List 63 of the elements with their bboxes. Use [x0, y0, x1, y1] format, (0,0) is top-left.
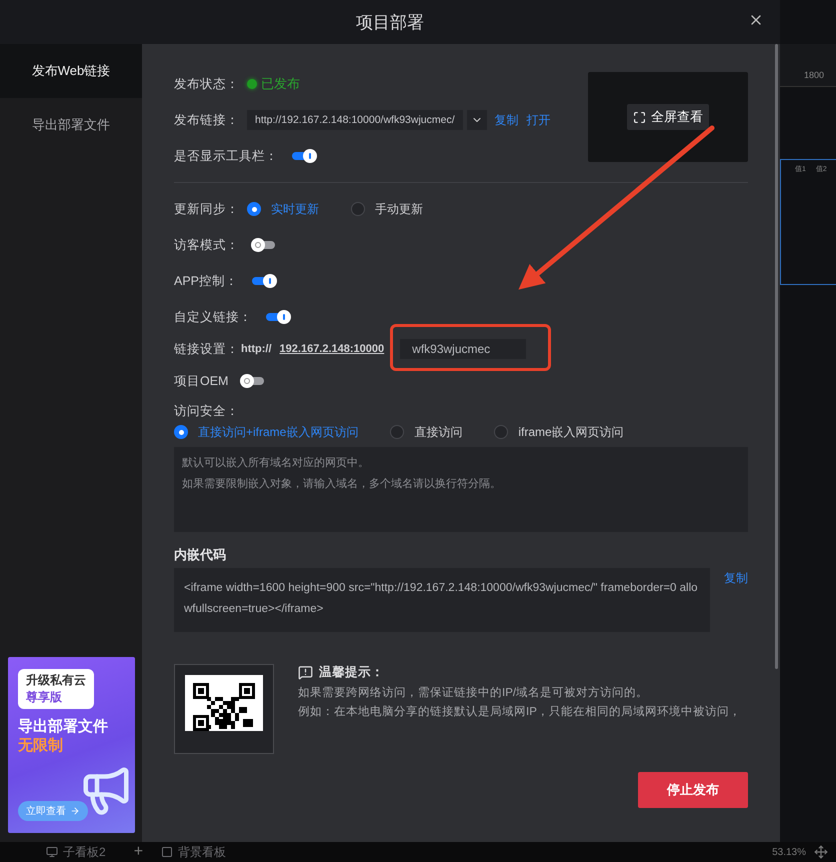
path-input-field[interactable]: wfk93wjucmec	[400, 339, 526, 359]
dialog-title: 项目部署	[356, 12, 424, 34]
dropdown-button[interactable]	[466, 110, 487, 130]
toggle-switch[interactable]	[242, 377, 264, 385]
tip-text: 例如：在本地电脑分享的链接默认是局域网IP，只能在相同的局域网环境中被访问，	[298, 704, 741, 719]
setting-label: 访客模式：	[174, 236, 239, 254]
copy-link[interactable]: 复制	[724, 570, 748, 587]
copy-link[interactable]: 复制	[494, 112, 519, 128]
promo-badge-text: 升级私有云	[26, 672, 86, 689]
link-label: 发布链接：	[174, 112, 239, 128]
promo-banner[interactable]: 升级私有云 尊享版 导出部署文件 无限制 立即查看	[8, 657, 135, 833]
radio-label[interactable]: 手动更新	[375, 200, 423, 218]
add-button[interactable]: +	[134, 843, 144, 861]
monitor-icon	[46, 846, 58, 858]
radio-label[interactable]: 直接访问	[414, 424, 462, 441]
toggle-switch[interactable]	[252, 277, 274, 285]
toggle-switch[interactable]	[266, 313, 288, 321]
scrollbar-thumb[interactable]	[775, 44, 778, 669]
radio-button[interactable]	[351, 202, 365, 216]
board-tab[interactable]: 子看板2	[63, 844, 106, 860]
radio-button[interactable]	[390, 425, 404, 440]
arrow-right-icon	[70, 806, 80, 816]
qr-code-icon	[185, 675, 263, 731]
radio-button[interactable]	[494, 425, 508, 440]
zoom-level: 53.13%	[772, 846, 806, 858]
radio-button[interactable]	[247, 202, 261, 216]
open-link[interactable]: 打开	[526, 112, 551, 128]
tip-title: 温馨提示：	[319, 664, 384, 681]
setting-label: 链接设置：	[174, 340, 239, 358]
setting-label: APP控制：	[174, 272, 238, 290]
radio-label[interactable]: 直接访问+iframe嵌入网页访问	[198, 424, 358, 441]
promo-highlight: 无限制	[18, 736, 64, 755]
board-icon	[161, 846, 174, 858]
board-tab[interactable]: 背景看板	[178, 844, 226, 860]
promo-headline: 导出部署文件	[18, 717, 109, 736]
security-label: 访问安全：	[174, 403, 240, 420]
embed-title: 内嵌代码	[174, 546, 227, 564]
radio-label[interactable]: iframe嵌入网页访问	[518, 424, 624, 441]
toolbar-label: 是否显示工具栏：	[174, 148, 278, 164]
toggle-switch[interactable]	[292, 152, 314, 160]
domain-input-field[interactable]: 默认可以嵌入所有域名对应的网页中。 如果需要限制嵌入对象，请输入域名，多个域名请以换行符分隔。	[174, 446, 748, 532]
notice-icon	[298, 665, 313, 680]
status-text: 已发布	[261, 75, 300, 93]
ruler-label: 1800	[804, 70, 824, 80]
setting-label: 项目OEM	[174, 372, 228, 390]
stop-publish-button[interactable]: 停止发布	[638, 772, 748, 808]
promo-badge-text: 尊享版	[26, 689, 63, 706]
setting-label: 自定义链接：	[174, 308, 252, 326]
embed-code-field[interactable]: <iframe width=1600 height=900 src="http://192.167.2.148:10000/wfk93wjucmec/" frameborder=0 allowfullscreen=true></iframe>	[174, 568, 710, 632]
fullscreen-button[interactable]: 全屏查看	[627, 104, 709, 130]
radio-button[interactable]	[174, 425, 188, 440]
link-field[interactable]: http://192.167.2.148:10000/wfk93wjucmec/	[247, 110, 463, 130]
toggle-switch[interactable]	[253, 241, 275, 249]
fullscreen-icon	[633, 110, 646, 124]
sidebar-item[interactable]: 发布Web链接	[0, 44, 142, 98]
setting-label: 更新同步：	[174, 200, 239, 218]
radio-label[interactable]: 实时更新	[271, 200, 319, 218]
tip-text: 如果需要跨网络访问，需保证链接中的IP/域名是可被对方访问的。	[298, 685, 650, 700]
fit-screen-icon[interactable]	[814, 845, 828, 859]
status-label: 发布状态：	[174, 76, 239, 92]
url-prefix: http://	[241, 343, 272, 355]
host-link[interactable]: 192.167.2.148:10000	[280, 343, 384, 355]
sidebar-item[interactable]: 导出部署文件	[0, 98, 142, 152]
